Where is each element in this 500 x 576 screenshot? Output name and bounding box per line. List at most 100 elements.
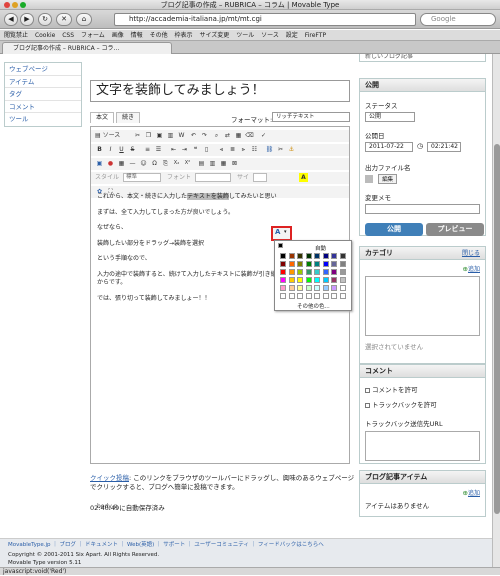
- allow-trackbacks-checkbox[interactable]: [365, 403, 370, 408]
- publish-button[interactable]: 公開: [365, 223, 423, 236]
- paste-icon[interactable]: ▣: [155, 131, 164, 140]
- color-swatch[interactable]: [305, 293, 312, 299]
- bookmark-item[interactable]: Cookie: [35, 32, 55, 39]
- blockquote-icon[interactable]: ❝: [191, 145, 200, 154]
- color-swatch[interactable]: [322, 293, 329, 299]
- reload-button[interactable]: ↻: [38, 13, 52, 26]
- color-swatch[interactable]: [297, 261, 303, 267]
- color-swatch[interactable]: [305, 285, 312, 291]
- bullet-list-icon[interactable]: ☰: [154, 145, 163, 154]
- trackback-url-field[interactable]: [365, 431, 480, 461]
- bookmark-item[interactable]: サイズ変更: [199, 32, 229, 39]
- replace-icon[interactable]: ⇄: [223, 131, 232, 140]
- format-select[interactable]: リッチテキスト: [272, 112, 350, 122]
- image-icon[interactable]: ▣: [95, 159, 104, 168]
- tab-body[interactable]: 本文: [90, 112, 115, 123]
- category-add-link[interactable]: 追加: [468, 266, 480, 273]
- bookmark-item[interactable]: 情報: [131, 32, 143, 39]
- color-swatch[interactable]: [297, 269, 303, 275]
- undo-icon[interactable]: ↶: [189, 131, 198, 140]
- numbered-list-icon[interactable]: ≡: [143, 145, 152, 154]
- spellcheck-icon[interactable]: ✓: [259, 131, 268, 140]
- color-swatch[interactable]: [331, 285, 337, 291]
- entry-title-input[interactable]: 文字を装飾してみましょう！: [90, 80, 350, 102]
- smiley-icon[interactable]: ☺: [139, 159, 148, 168]
- color-swatch[interactable]: [322, 261, 329, 267]
- sidebar-item-tools[interactable]: ツール: [5, 113, 81, 126]
- color-swatch[interactable]: [288, 293, 295, 299]
- sidebar-item-tag[interactable]: タグ: [5, 88, 81, 101]
- color-swatch[interactable]: [314, 285, 320, 291]
- status-select[interactable]: 公開: [365, 112, 415, 122]
- row-props-icon[interactable]: ▥: [208, 159, 217, 168]
- date-field[interactable]: 2011-07-22: [365, 142, 413, 152]
- paste-word-icon[interactable]: W: [177, 131, 186, 140]
- bookmark-item[interactable]: ツール: [236, 32, 254, 39]
- justify-icon[interactable]: ☷: [250, 145, 259, 154]
- strikethrough-icon[interactable]: S: [128, 145, 137, 154]
- color-swatch[interactable]: [339, 253, 346, 259]
- color-swatch[interactable]: [297, 253, 303, 259]
- color-swatch[interactable]: [339, 285, 346, 291]
- color-swatch[interactable]: [339, 277, 346, 283]
- underline-icon[interactable]: U: [117, 145, 126, 154]
- color-swatch[interactable]: [305, 253, 312, 259]
- bookmark-item[interactable]: 画像: [112, 32, 124, 39]
- forward-button[interactable]: ▶: [20, 13, 34, 26]
- horizontal-rule-icon[interactable]: —: [128, 159, 137, 168]
- url-field[interactable]: http://accademia-italiana.jp/mt/mt.cgi: [114, 13, 416, 26]
- vertical-scrollbar[interactable]: [492, 54, 500, 567]
- align-center-icon[interactable]: ≣: [228, 145, 237, 154]
- color-swatch[interactable]: [305, 269, 312, 275]
- color-swatch[interactable]: [297, 285, 303, 291]
- bookmark-item[interactable]: 設定: [286, 32, 298, 39]
- align-left-icon[interactable]: ⫷: [217, 145, 226, 154]
- color-swatch[interactable]: [339, 261, 346, 267]
- color-swatch[interactable]: [305, 277, 312, 283]
- allow-comments-checkbox[interactable]: [365, 388, 370, 393]
- color-swatch[interactable]: [314, 253, 320, 259]
- table-icon[interactable]: ▦: [117, 159, 126, 168]
- sidebar-item-webpage[interactable]: ウェブページ: [5, 63, 81, 76]
- category-close-link[interactable]: 閉じる: [462, 247, 480, 260]
- outdent-icon[interactable]: ⇤: [169, 145, 178, 154]
- bookmark-item[interactable]: CSS: [62, 32, 74, 39]
- bookmark-item[interactable]: フォーム: [81, 32, 105, 39]
- color-swatch[interactable]: [280, 285, 286, 291]
- close-window-button[interactable]: [4, 2, 10, 8]
- sidebar-item-comment[interactable]: コメント: [5, 101, 81, 113]
- allow-comments-row[interactable]: コメントを許可: [365, 384, 480, 394]
- scrollbar-thumb[interactable]: [494, 144, 500, 514]
- back-button[interactable]: ◀: [4, 13, 18, 26]
- unlink-icon[interactable]: ✂: [276, 145, 285, 154]
- color-swatch[interactable]: [339, 269, 346, 275]
- search-field[interactable]: Google: [420, 13, 496, 26]
- zoom-window-button[interactable]: [20, 2, 26, 8]
- italic-icon[interactable]: I: [106, 145, 115, 154]
- color-swatch[interactable]: [297, 293, 303, 299]
- cut-icon[interactable]: ✂: [133, 131, 142, 140]
- color-swatch[interactable]: [288, 269, 295, 275]
- bookmark-item[interactable]: FireFTP: [305, 32, 326, 39]
- source-button[interactable]: ▤ ソース: [95, 131, 127, 140]
- quickpost-link[interactable]: クイック投稿: [90, 474, 129, 482]
- memo-field[interactable]: [365, 204, 480, 214]
- style-select[interactable]: 標準: [123, 173, 161, 182]
- color-swatch[interactable]: [280, 277, 286, 283]
- align-right-icon[interactable]: ⫸: [239, 145, 248, 154]
- copy-icon[interactable]: ❐: [144, 131, 153, 140]
- color-swatch[interactable]: [314, 269, 320, 275]
- color-swatch[interactable]: [331, 293, 337, 299]
- time-field[interactable]: 02:21:42: [427, 142, 461, 152]
- bookmark-item[interactable]: ソース: [261, 32, 279, 39]
- home-button[interactable]: ⌂: [76, 13, 92, 26]
- font-color-button[interactable]: A ▾: [271, 226, 292, 241]
- category-list[interactable]: [365, 276, 480, 336]
- color-swatch[interactable]: [322, 285, 329, 291]
- color-swatch[interactable]: [331, 261, 337, 267]
- items-add-link[interactable]: 追加: [468, 490, 480, 497]
- color-swatch[interactable]: [331, 269, 337, 275]
- bookmark-item[interactable]: その他: [150, 32, 168, 39]
- tab-extended[interactable]: 続き: [116, 112, 141, 123]
- color-swatch[interactable]: [280, 269, 286, 275]
